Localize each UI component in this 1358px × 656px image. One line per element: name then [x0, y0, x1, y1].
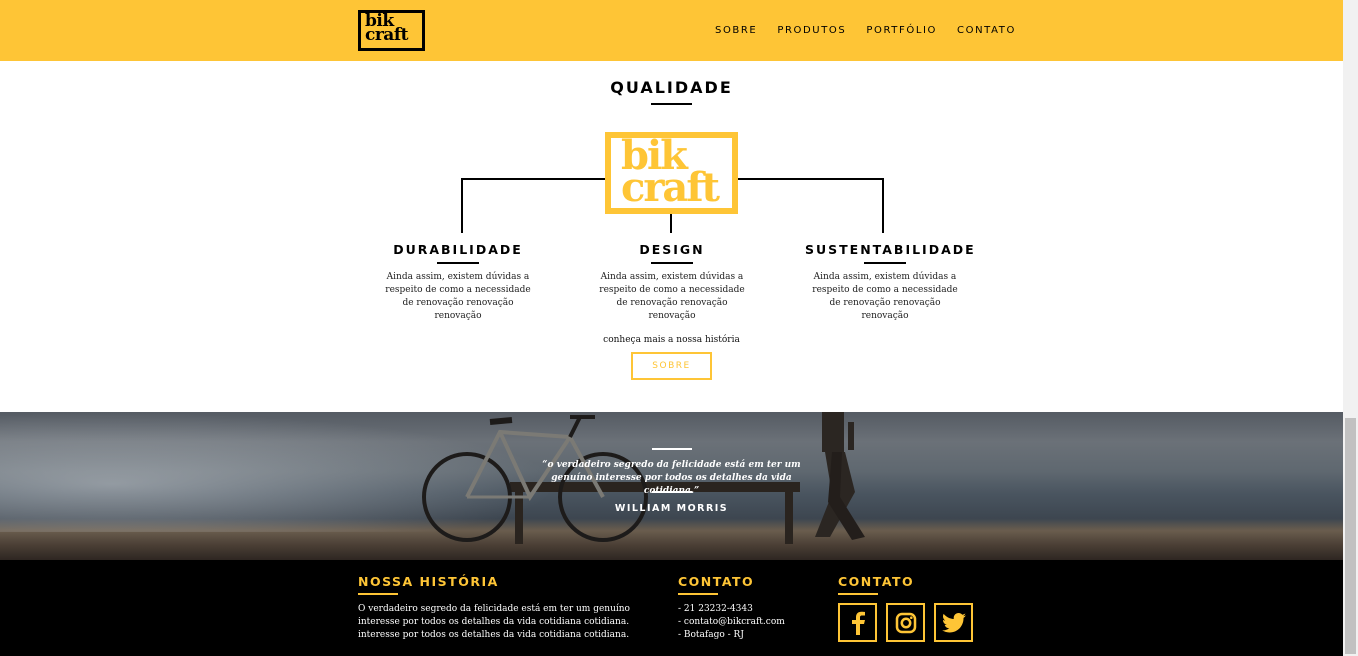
footer-history-line: O verdadeiro segredo da felicidade está … [358, 604, 630, 614]
nav-sobre[interactable]: SOBRE [715, 25, 757, 36]
footer-history-line: interesse por todos os detalhes da vida … [358, 617, 630, 627]
nav-produtos[interactable]: PRODUTOS [777, 25, 846, 36]
footer-history-line: interesse por todos os detalhes da vida … [358, 630, 630, 640]
quote-top-bar [652, 448, 692, 450]
quality-title-underline [651, 103, 692, 105]
logo-line-2: craft [365, 25, 409, 45]
quote-author: WILLIAM MORRIS [614, 503, 729, 514]
footer-social-underline [838, 593, 878, 595]
history-link-text: conheça mais a nossa história [603, 335, 740, 345]
footer-contact-underline [678, 593, 718, 595]
feature-title: DURABILIDADE [393, 242, 523, 257]
nav-contato[interactable]: CONTATO [957, 25, 1016, 36]
footer-history-title: NOSSA HISTÓRIA [358, 574, 499, 589]
feature-design: DESIGN Ainda assim, existem dúvidas a re… [592, 242, 752, 323]
connector-left-vertical [461, 178, 463, 233]
twitter-icon [941, 612, 966, 632]
scrollbar-thumb[interactable] [1345, 418, 1356, 654]
quality-logo-line-2: craft [621, 164, 720, 211]
header-logo[interactable]: bik craft [358, 10, 425, 51]
feature-underline [864, 262, 906, 264]
feature-text: Ainda assim, existem dúvidas a respeito … [812, 272, 958, 321]
connector-center-vertical [670, 214, 672, 233]
footer-contact-phone: - 21 23232-4343 [678, 604, 753, 614]
site-header: bik craft SOBRE PRODUTOS PORTFÓLIO CONTA… [0, 0, 1343, 61]
footer-social-title: CONTATO [838, 574, 915, 589]
instagram-link[interactable] [886, 603, 925, 642]
footer-contact-title: CONTATO [678, 574, 755, 589]
footer-contact-email[interactable]: - contato@bikcraft.com [678, 616, 818, 629]
footer-contact-address: - Botafago - RJ [678, 630, 744, 640]
feature-sustentabilidade: SUSTENTABILIDADE Ainda assim, existem dú… [805, 242, 976, 323]
footer-history-underline [358, 593, 398, 595]
feature-title: DESIGN [639, 242, 705, 257]
feature-underline [651, 262, 693, 264]
instagram-icon [895, 612, 916, 633]
header-logo-text: bik craft [365, 13, 409, 45]
feature-durabilidade: DURABILIDADE Ainda assim, existem dúvida… [378, 242, 538, 323]
site-footer [0, 560, 1343, 656]
quote-bottom-bar [652, 491, 692, 493]
feature-text: Ainda assim, existem dúvidas a respeito … [599, 272, 745, 321]
quality-logo-text: bik craft [621, 136, 720, 211]
main-nav: SOBRE PRODUTOS PORTFÓLIO CONTATO [715, 25, 1036, 36]
feature-underline [437, 262, 479, 264]
facebook-link[interactable] [838, 603, 877, 642]
sobre-button[interactable]: SOBRE [631, 352, 712, 380]
footer-history-text: O verdadeiro segredo da felicidade está … [358, 603, 658, 642]
connector-left-horizontal [461, 178, 605, 180]
quality-logo: bik craft [605, 132, 738, 214]
quality-title: QUALIDADE [610, 78, 733, 97]
connector-right-vertical [882, 178, 884, 233]
feature-text: Ainda assim, existem dúvidas a respeito … [385, 272, 531, 321]
facebook-icon [851, 611, 865, 635]
twitter-link[interactable] [934, 603, 973, 642]
connector-right-horizontal [738, 178, 884, 180]
nav-portfolio[interactable]: PORTFÓLIO [866, 25, 937, 36]
feature-title: SUSTENTABILIDADE [805, 242, 976, 257]
page-scrollbar[interactable] [1343, 0, 1358, 656]
footer-contact-list: - 21 23232-4343 - contato@bikcraft.com -… [678, 603, 818, 642]
